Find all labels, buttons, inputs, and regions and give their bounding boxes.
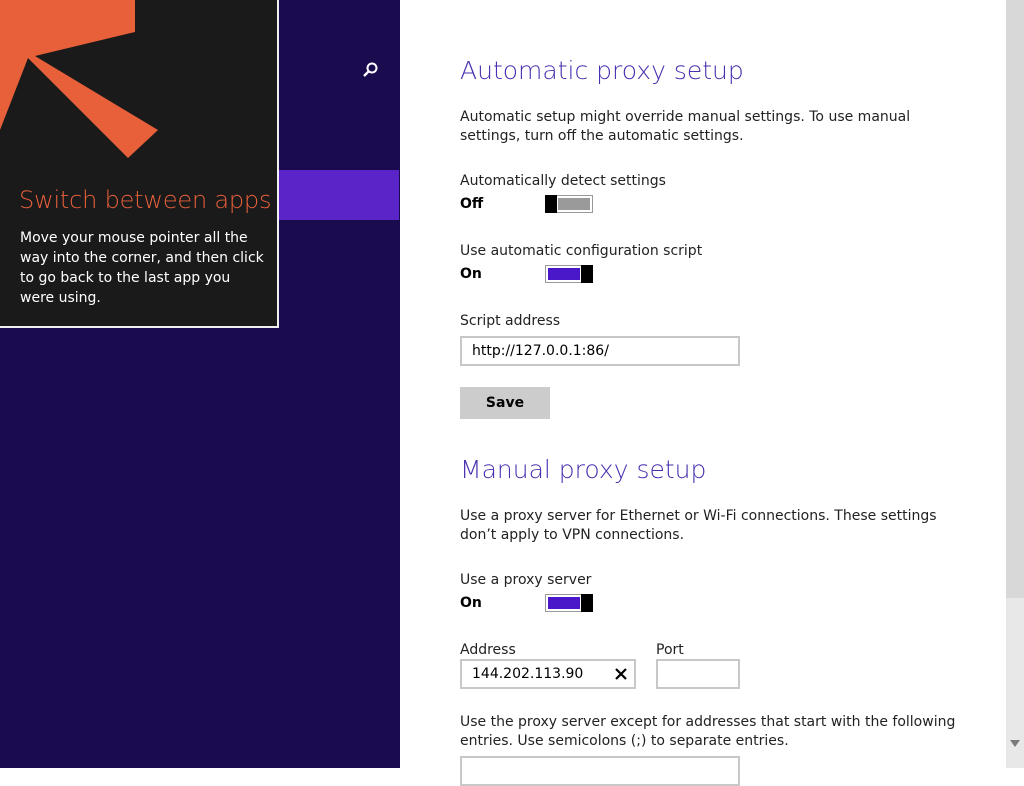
auto-detect-state: Off	[460, 196, 484, 212]
port-input[interactable]	[656, 659, 740, 689]
config-script-label: Use automatic configuration script	[460, 243, 703, 259]
proxy-exceptions-description: Use the proxy server except for addresse…	[460, 714, 956, 749]
vertical-scrollbar[interactable]	[1006, 0, 1024, 768]
port-label: Port	[656, 642, 684, 658]
search-icon[interactable]	[360, 60, 380, 80]
toggle-track	[548, 597, 580, 609]
address-input[interactable]: 144.202.113.90	[460, 659, 636, 689]
script-address-label: Script address	[460, 313, 561, 329]
config-script-toggle[interactable]	[545, 265, 593, 283]
arrow-icon	[0, 0, 158, 158]
address-label: Address	[460, 642, 516, 658]
tip-body: Move your mouse pointer all the way into…	[20, 230, 264, 306]
use-proxy-toggle[interactable]	[545, 594, 593, 612]
toggle-thumb	[581, 265, 593, 283]
use-proxy-label: Use a proxy server	[460, 572, 592, 588]
auto-detect-label: Automatically detect settings	[460, 173, 666, 189]
config-script-state: On	[460, 266, 482, 282]
tip-title: Switch between apps	[19, 186, 272, 214]
manual-proxy-title: Manual proxy setup	[460, 455, 707, 484]
toggle-thumb	[545, 195, 557, 213]
selected-nav-item[interactable]	[279, 170, 399, 220]
scrollbar-track[interactable]	[1006, 0, 1024, 598]
clear-icon[interactable]	[614, 667, 628, 681]
manual-proxy-description: Use a proxy server for Ethernet or Wi-Fi…	[460, 508, 937, 543]
toggle-track	[548, 268, 580, 280]
automatic-proxy-description: Automatic setup might override manual se…	[460, 109, 911, 144]
switch-apps-tip: Switch between apps Move your mouse poin…	[0, 0, 279, 328]
use-proxy-state: On	[460, 595, 482, 611]
proxy-exceptions-input[interactable]	[460, 756, 740, 786]
scroll-down-arrow-icon[interactable]	[1010, 740, 1020, 748]
toggle-track	[558, 198, 590, 210]
scrollbar-thumb[interactable]	[1006, 598, 1024, 738]
automatic-proxy-title: Automatic proxy setup	[460, 56, 744, 85]
save-button[interactable]: Save	[460, 387, 550, 419]
auto-detect-toggle[interactable]	[545, 195, 593, 213]
script-address-input[interactable]: http://127.0.0.1:86/	[460, 336, 740, 366]
toggle-thumb	[581, 594, 593, 612]
address-value: 144.202.113.90	[472, 666, 584, 682]
